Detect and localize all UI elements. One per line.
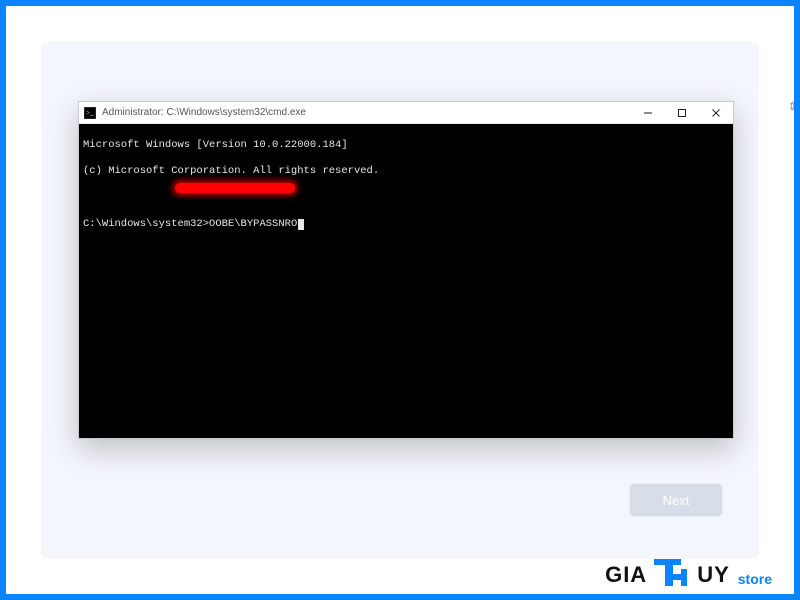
redaction-mark (175, 183, 295, 193)
watermark-logo-th-icon (653, 553, 691, 588)
svg-text:>_: >_ (86, 109, 94, 117)
terminal-line-copyright: (c) Microsoft Corporation. All rights re… (83, 165, 729, 178)
terminal-command: OOBE\BYPASSNRO (209, 218, 297, 230)
close-button[interactable] (699, 102, 733, 124)
terminal-line-version: Microsoft Windows [Version 10.0.22000.18… (83, 139, 729, 152)
image-frame: >_ Administrator: C:\Windows\system32\cm… (0, 0, 800, 600)
cmd-icon: >_ (83, 106, 97, 120)
next-button[interactable]: Next (630, 484, 722, 516)
resize-grip-icon: ⇕ (788, 100, 797, 113)
watermark-text-uy: UY (697, 562, 730, 588)
watermark: GIA UY store (605, 553, 772, 588)
terminal-cursor (298, 219, 304, 230)
maximize-button[interactable] (665, 102, 699, 124)
cmd-window: >_ Administrator: C:\Windows\system32\cm… (78, 101, 734, 439)
window-titlebar[interactable]: >_ Administrator: C:\Windows\system32\cm… (79, 102, 733, 124)
window-title: Administrator: C:\Windows\system32\cmd.e… (102, 107, 306, 118)
next-button-label: Next (663, 493, 690, 508)
minimize-button[interactable] (631, 102, 665, 124)
watermark-text-store: store (738, 571, 772, 588)
terminal-prompt: C:\Windows\system32> (83, 218, 209, 230)
terminal-body[interactable]: Microsoft Windows [Version 10.0.22000.18… (79, 124, 733, 438)
watermark-text-gia: GIA (605, 562, 647, 588)
